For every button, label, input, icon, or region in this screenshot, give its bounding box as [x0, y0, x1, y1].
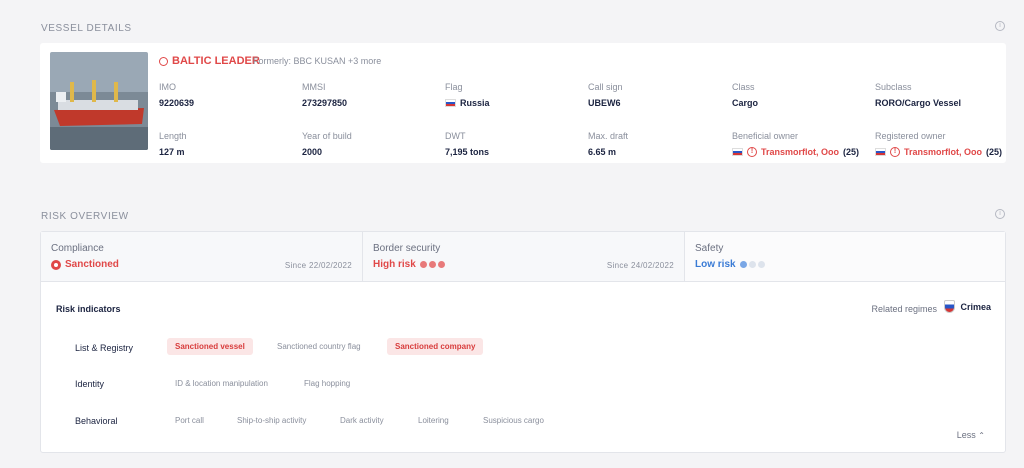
related-regimes-label: Related regimes: [871, 304, 937, 314]
field-value: 2000: [302, 147, 323, 157]
field-value: 7,195 tons: [445, 147, 490, 157]
regime-name: Crimea: [960, 301, 991, 312]
tab-safety[interactable]: Safety Low risk: [685, 232, 1005, 282]
field-flag: Flag Russia: [445, 82, 490, 108]
russia-flag-icon: [732, 148, 743, 156]
tab-border-security[interactable]: Border security High risk Since 24/02/20…: [363, 232, 685, 282]
tag-suspicious-cargo[interactable]: Suspicious cargo: [475, 412, 552, 429]
tag-sanctioned-vessel[interactable]: Sanctioned vessel: [167, 338, 253, 355]
risk-indicators-title: Risk indicators: [56, 304, 121, 314]
tab-compliance[interactable]: Compliance Sanctioned Since 22/02/2022: [41, 232, 363, 282]
field-beneficial-owner: Beneficial owner ! Transmorflot, Ooo (25…: [732, 131, 859, 157]
risk-level-dots-icon: [419, 261, 445, 268]
info-icon[interactable]: i: [995, 209, 1005, 219]
field-label: Flag: [445, 82, 463, 92]
field-value: 9220639: [159, 98, 195, 108]
field-value: 6.65 m: [588, 147, 617, 157]
tag-id-location-manipulation[interactable]: ID & location manipulation: [167, 375, 276, 392]
field-label: Registered owner: [875, 131, 946, 141]
vessel-details-title: VESSEL DETAILS: [41, 23, 132, 34]
registered-owner-link[interactable]: Transmorflot, Ooo: [904, 147, 982, 157]
field-registered-owner: Registered owner ! Transmorflot, Ooo (25…: [875, 131, 1002, 157]
field-mmsi: MMSI 273297850: [302, 82, 347, 108]
russia-flag-icon: [445, 99, 456, 107]
field-year-of-build: Year of build 2000: [302, 131, 352, 157]
field-label: MMSI: [302, 82, 326, 92]
field-subclass: Subclass RORO/Cargo Vessel: [875, 82, 961, 108]
field-imo: IMO 9220639: [159, 82, 194, 108]
vessel-name[interactable]: BALTIC LEADER: [159, 55, 260, 67]
tab-label: Safety: [695, 243, 724, 254]
sanctioned-icon: [51, 259, 61, 270]
tag-port-call[interactable]: Port call: [167, 412, 212, 429]
less-label: Less: [956, 430, 976, 440]
row-label-behavioral: Behavioral: [75, 416, 118, 426]
owner-count: (25): [986, 147, 1003, 157]
vessel-photo: [50, 52, 148, 150]
field-value: RORO/Cargo Vessel: [875, 98, 962, 108]
beneficial-owner-link[interactable]: Transmorflot, Ooo: [761, 147, 839, 157]
warning-icon: !: [890, 147, 900, 157]
field-label: Class: [732, 82, 755, 92]
field-value: 273297850: [302, 98, 348, 108]
field-label: Year of build: [302, 131, 352, 141]
warning-icon: !: [747, 147, 757, 157]
field-label: Max. draft: [588, 131, 629, 141]
row-label-identity: Identity: [75, 379, 105, 389]
field-value: Cargo: [732, 98, 759, 108]
russia-flag-icon: [875, 148, 886, 156]
info-icon[interactable]: i: [995, 21, 1005, 31]
field-class: Class Cargo: [732, 82, 758, 108]
owner-count: (25): [843, 147, 860, 157]
field-label: Beneficial owner: [732, 131, 799, 141]
tag-sanctioned-company[interactable]: Sanctioned company: [387, 338, 484, 355]
compliance-since: Since 22/02/2022: [284, 261, 352, 270]
regime-crimea[interactable]: Crimea: [944, 300, 991, 313]
formerly-names[interactable]: Formerly: BBC KUSAN +3 more: [253, 56, 381, 66]
field-label: IMO: [159, 82, 176, 92]
field-label: Call sign: [588, 82, 623, 92]
field-value: 127 m: [159, 147, 185, 157]
vessel-name-text: BALTIC LEADER: [172, 55, 260, 67]
risk-overview-title: RISK OVERVIEW: [41, 211, 129, 222]
row-label-list-registry: List & Registry: [75, 343, 134, 353]
field-value: UBEW6: [588, 98, 621, 108]
field-label: Subclass: [875, 82, 912, 92]
compliance-status: Sanctioned: [65, 259, 119, 270]
tab-label: Compliance: [51, 243, 104, 254]
field-length: Length 127 m: [159, 131, 187, 157]
tag-loitering[interactable]: Loitering: [410, 412, 457, 429]
field-dwt: DWT 7,195 tons: [445, 131, 489, 157]
field-max-draft: Max. draft 6.65 m: [588, 131, 628, 157]
border-security-status: High risk: [373, 259, 416, 270]
field-call-sign: Call sign UBEW6: [588, 82, 623, 108]
chevron-up-icon: ⌃: [978, 431, 985, 440]
location-pin-icon: [159, 56, 168, 66]
safety-status: Low risk: [695, 259, 736, 270]
russia-shield-icon: [944, 300, 956, 313]
tab-label: Border security: [373, 243, 441, 254]
field-value: Russia: [460, 98, 490, 108]
risk-level-dots-icon: [739, 261, 765, 268]
field-label: DWT: [445, 131, 466, 141]
risk-overview-card: Compliance Sanctioned Since 22/02/2022 B…: [40, 231, 1006, 453]
tag-sanctioned-country-flag[interactable]: Sanctioned country flag: [269, 338, 369, 355]
tag-dark-activity[interactable]: Dark activity: [332, 412, 392, 429]
less-toggle-button[interactable]: Less ⌃: [957, 430, 985, 440]
field-label: Length: [159, 131, 187, 141]
tag-ship-to-ship-activity[interactable]: Ship-to-ship activity: [229, 412, 314, 429]
border-security-since: Since 24/02/2022: [606, 261, 674, 270]
tag-flag-hopping[interactable]: Flag hopping: [296, 375, 358, 392]
